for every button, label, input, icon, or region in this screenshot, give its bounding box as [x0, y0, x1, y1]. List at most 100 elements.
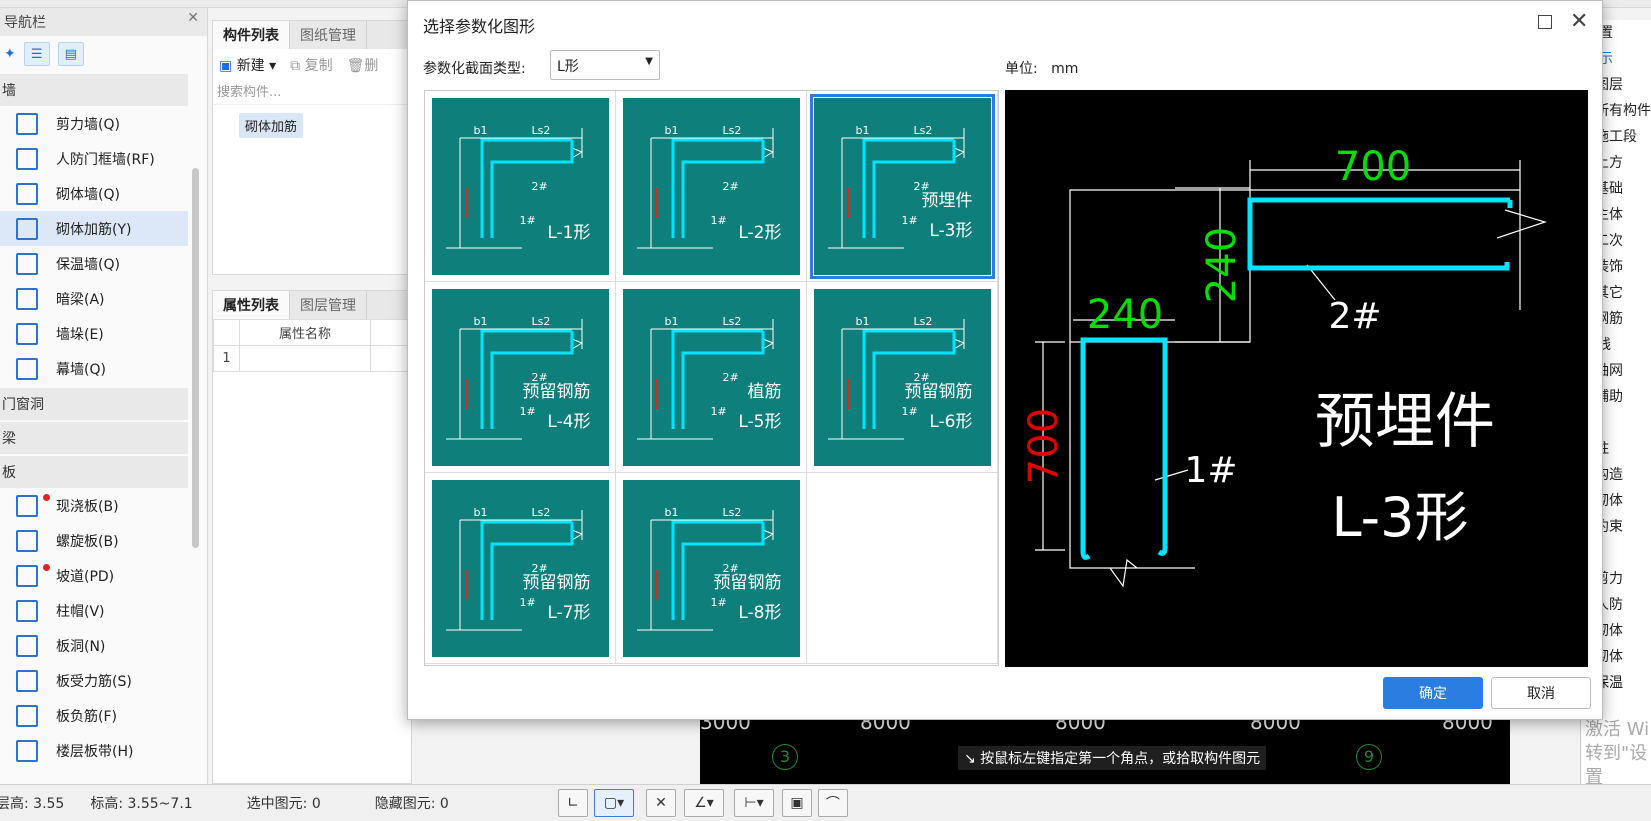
category-wall[interactable]: 墙 — [0, 74, 188, 106]
preview-dim-top: 700 — [1335, 144, 1411, 190]
list-view-icon[interactable]: ☰ — [23, 42, 50, 66]
category-slab[interactable]: 板 — [0, 456, 188, 488]
dim-label: b1 — [664, 505, 679, 519]
unit-label-text: 单位: — [1005, 61, 1038, 77]
shape-option[interactable]: b1 Ls2 2# 1# 预留钢筋 L-6形 — [807, 282, 998, 473]
component-item[interactable]: 砌体加筋 — [239, 113, 304, 138]
shape-option[interactable]: b1 Ls2 2# 1# 预留钢筋 L-7形 — [425, 473, 616, 664]
nav-item[interactable]: 墙垛(E) — [0, 316, 188, 351]
ok-button[interactable]: 确定 — [1383, 677, 1483, 709]
preview-dim-left: 240 — [1087, 292, 1163, 338]
cursor-icon: ↘ — [964, 751, 976, 767]
insulation-wall-icon — [16, 252, 38, 275]
navigation-panel: 导航栏 ✕ ✦ ☰ ▤ 墙 剪力墙(Q) 人防门框墙(RF) 砌体墙(Q) 砌体加筋(Y… — [0, 8, 208, 784]
nav-item[interactable]: 板负筋(F) — [0, 698, 188, 733]
component-search-input[interactable]: 搜索构件... — [213, 81, 411, 105]
nav-item[interactable]: 现浇板(B) — [0, 488, 188, 523]
nav-item[interactable]: 人防门框墙(RF) — [0, 141, 188, 176]
shape-name: L-8形 — [738, 602, 782, 623]
property-name-header: 属性名称 — [239, 319, 371, 346]
nav-item-label: 幕墙(Q) — [56, 361, 106, 378]
nav-item-label: 板受力筋(S) — [56, 673, 132, 690]
object-snap-button[interactable]: ▢▾ — [594, 789, 634, 817]
value-cell[interactable] — [370, 345, 411, 372]
nav-header: 导航栏 ✕ — [0, 8, 207, 36]
shape-caption: 预留钢筋 — [713, 572, 782, 593]
preview-bar2: 2# — [1328, 296, 1381, 337]
nav-item[interactable]: 保温墙(Q) — [0, 246, 188, 281]
offset-button[interactable]: ⊢▾ — [734, 789, 774, 817]
nav-toolbar: ✦ ☰ ▤ — [0, 36, 207, 72]
hidden-beam-icon — [16, 287, 38, 310]
shape-option[interactable]: b1 Ls2 2# 1# 预留钢筋 L-8形 — [616, 473, 807, 664]
door-frame-wall-icon — [16, 147, 38, 170]
new-indicator-dot — [43, 564, 50, 571]
nav-item-label: 板负筋(F) — [56, 708, 117, 725]
shape-name: L-3形 — [929, 220, 973, 241]
copy-button[interactable]: ⧉ 复制 — [290, 55, 332, 75]
nav-item[interactable]: 剪力墙(Q) — [0, 106, 188, 141]
shape-thumbnail: b1 Ls2 2# 1# L-1形 — [431, 97, 609, 275]
nav-item[interactable]: 螺旋板(B) — [0, 523, 188, 558]
dim-label: 1# — [901, 213, 918, 227]
shape-option[interactable]: b1 Ls2 2# 1# 预埋件 L-3形 — [807, 91, 998, 282]
maximize-icon[interactable] — [1538, 15, 1552, 29]
nav-item[interactable]: 板洞(N) — [0, 628, 188, 663]
delete-button[interactable]: 🗑删 — [347, 55, 379, 75]
nav-item[interactable]: 板受力筋(S) — [0, 663, 188, 698]
nav-scrollbar[interactable] — [192, 168, 199, 548]
nav-item[interactable]: 砌体墙(Q) — [0, 176, 188, 211]
dim-label: 1# — [710, 595, 727, 609]
section-type-select[interactable]: L形 ▼ — [550, 50, 660, 80]
category-beam[interactable]: 梁 — [0, 422, 188, 454]
tab-layer-management[interactable]: 图层管理 — [290, 291, 367, 319]
dim-label: b1 — [855, 314, 870, 328]
angle-button[interactable]: ∠▾ — [684, 789, 724, 817]
arc-button[interactable]: ⌒ — [818, 789, 848, 817]
close-icon[interactable]: ✕ — [187, 10, 199, 26]
nav-item[interactable]: 砌体加筋(Y) — [0, 211, 188, 246]
nav-item-label: 保温墙(Q) — [56, 256, 120, 273]
nav-item[interactable]: 幕墙(Q) — [0, 351, 188, 386]
shape-option[interactable]: b1 Ls2 2# 1# 植筋 L-5形 — [616, 282, 807, 473]
axis-marker: 3 — [772, 744, 798, 770]
display-button[interactable]: ▣ — [782, 789, 812, 817]
category-label: 墙 — [2, 83, 16, 99]
detail-view-icon[interactable]: ▤ — [57, 42, 84, 66]
shape-option[interactable]: b1 Ls2 2# 1# L-1形 — [425, 91, 616, 282]
shape-name: L-4形 — [547, 411, 591, 432]
cross-snap-button[interactable]: ✕ — [646, 789, 676, 817]
nav-item[interactable]: 楼层板带(H) — [0, 733, 188, 768]
dim-label: 2# — [722, 370, 739, 384]
dim-label: 1# — [519, 595, 536, 609]
trash-icon: 🗑 — [346, 58, 365, 74]
tab-drawing-management[interactable]: 图纸管理 — [290, 21, 367, 49]
wall-pier-icon — [16, 322, 38, 345]
sparkle-icon[interactable]: ✦ — [4, 46, 16, 62]
slab-hole-icon — [16, 634, 38, 657]
nav-item[interactable]: 坡道(PD) — [0, 558, 188, 593]
close-icon[interactable]: ✕ — [1570, 9, 1588, 34]
new-button[interactable]: ▣ 新建 ▾ — [219, 55, 276, 75]
shape-option[interactable]: b1 Ls2 2# 1# L-2形 — [616, 91, 807, 282]
watermark-line: 激活 Wi — [1585, 719, 1650, 740]
shape-sketch — [636, 318, 774, 439]
nav-item[interactable]: 暗梁(A) — [0, 281, 188, 316]
nav-item-label: 螺旋板(B) — [56, 533, 119, 550]
ortho-mode-button[interactable]: ∟ — [558, 789, 588, 817]
dim-label: b1 — [473, 123, 488, 137]
category-door[interactable]: 门窗洞 — [0, 388, 188, 420]
preview-dim-vert: 700 — [1021, 408, 1067, 484]
shape-thumbnail: b1 Ls2 2# 1# 预留钢筋 L-4形 — [431, 288, 609, 466]
dim-label: b1 — [855, 123, 870, 137]
nav-item[interactable]: 柱帽(V) — [0, 593, 188, 628]
shape-option[interactable]: b1 Ls2 2# 1# 预留钢筋 L-4形 — [425, 282, 616, 473]
dim-label: b1 — [664, 123, 679, 137]
copy-icon: ⧉ — [290, 58, 301, 74]
property-cell[interactable] — [239, 345, 371, 372]
elevation: 标高: 3.55~7.1 — [90, 796, 193, 812]
tab-property-list[interactable]: 属性列表 — [213, 291, 290, 319]
shape-caption: 预留钢筋 — [522, 381, 591, 402]
tab-component-list[interactable]: 构件列表 — [213, 21, 290, 49]
cancel-button[interactable]: 取消 — [1491, 677, 1591, 709]
